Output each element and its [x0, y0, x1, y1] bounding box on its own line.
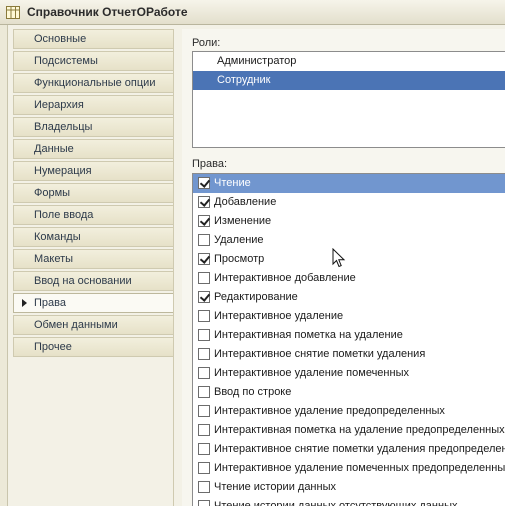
sidebar-item[interactable]: Функциональные опции: [13, 73, 174, 93]
right-row[interactable]: Удаление: [193, 231, 505, 250]
right-row[interactable]: Интерактивная пометка на удаление предоп…: [193, 421, 505, 440]
right-checkbox[interactable]: [198, 253, 210, 265]
sidebar-item-label: Команды: [34, 231, 81, 243]
table-icon: [6, 5, 20, 19]
sidebar-item-label: Владельцы: [34, 121, 93, 133]
right-label: Просмотр: [214, 253, 265, 265]
sidebar-item[interactable]: Основные: [13, 29, 174, 49]
sidebar-item[interactable]: Подсистемы: [13, 51, 174, 71]
sidebar-item[interactable]: Формы: [13, 183, 174, 203]
right-label: Изменение: [214, 215, 272, 227]
right-label: Интерактивная пометка на удаление: [214, 329, 403, 341]
right-checkbox[interactable]: [198, 462, 210, 474]
sidebar-item[interactable]: Обмен данными: [13, 315, 174, 335]
sidebar-item-label: Ввод на основании: [34, 275, 132, 287]
sidebar-item[interactable]: Нумерация: [13, 161, 174, 181]
right-checkbox[interactable]: [198, 291, 210, 303]
sidebar-item-label: Нумерация: [34, 165, 92, 177]
right-checkbox[interactable]: [198, 500, 210, 506]
right-row[interactable]: Интерактивное удаление предопределенных: [193, 402, 505, 421]
sidebar-item[interactable]: Ввод на основании: [13, 271, 174, 291]
right-checkbox[interactable]: [198, 234, 210, 246]
right-row[interactable]: Просмотр: [193, 250, 505, 269]
right-row[interactable]: Интерактивная пометка на удаление: [193, 326, 505, 345]
right-checkbox[interactable]: [198, 215, 210, 227]
right-label: Интерактивное снятие пометки удаления: [214, 348, 426, 360]
right-checkbox[interactable]: [198, 177, 210, 189]
sidebar-divider: [173, 29, 174, 506]
sidebar-item-label: Права: [34, 297, 66, 309]
sidebar-item-label: Основные: [34, 33, 87, 45]
window-titlebar: Справочник ОтчетОРаботе: [0, 0, 505, 25]
right-label: Удаление: [214, 234, 264, 246]
right-label: Чтение истории данных: [214, 481, 336, 493]
right-row[interactable]: Изменение: [193, 212, 505, 231]
right-label: Интерактивное снятие пометки удаления пр…: [214, 443, 505, 455]
window-title: Справочник ОтчетОРаботе: [27, 5, 188, 19]
sidebar-item[interactable]: Права: [13, 293, 174, 313]
sidebar-item[interactable]: Прочее: [13, 337, 174, 357]
sidebar: Основные Подсистемы Функциональные опции Ие…: [13, 29, 174, 359]
right-row[interactable]: Интерактивное снятие пометки удаления пр…: [193, 440, 505, 459]
sidebar-item-label: Поле ввода: [34, 209, 94, 221]
right-label: Интерактивное удаление: [214, 310, 344, 322]
right-label: Чтение истории данных отсутствующих данн…: [214, 500, 458, 506]
right-label: Чтение: [214, 177, 251, 189]
right-checkbox[interactable]: [198, 196, 210, 208]
right-row[interactable]: Ввод по строке: [193, 383, 505, 402]
sidebar-item-label: Формы: [34, 187, 71, 199]
sidebar-item-label: Прочее: [34, 341, 72, 353]
right-row[interactable]: Интерактивное добавление: [193, 269, 505, 288]
sidebar-item-label: Функциональные опции: [34, 77, 156, 89]
right-checkbox[interactable]: [198, 348, 210, 360]
right-checkbox[interactable]: [198, 329, 210, 341]
right-label: Ввод по строке: [214, 386, 292, 398]
right-row[interactable]: Чтение истории данных отсутствующих данн…: [193, 497, 505, 506]
right-checkbox[interactable]: [198, 272, 210, 284]
role-row[interactable]: Сотрудник: [193, 71, 505, 90]
right-checkbox[interactable]: [198, 481, 210, 493]
sidebar-item-label: Данные: [34, 143, 74, 155]
right-checkbox[interactable]: [198, 405, 210, 417]
right-label: Интерактивное удаление предопределенных: [214, 405, 445, 417]
right-row[interactable]: Редактирование: [193, 288, 505, 307]
sidebar-item[interactable]: Команды: [13, 227, 174, 247]
right-row[interactable]: Интерактивное снятие пометки удаления: [193, 345, 505, 364]
right-checkbox[interactable]: [198, 310, 210, 322]
right-label: Интерактивная пометка на удаление предоп…: [214, 424, 505, 436]
right-row[interactable]: Чтение истории данных: [193, 478, 505, 497]
sidebar-item[interactable]: Макеты: [13, 249, 174, 269]
roles-label: Роли:: [192, 37, 221, 49]
sidebar-item-label: Иерархия: [34, 99, 84, 111]
sidebar-item[interactable]: Данные: [13, 139, 174, 159]
rights-list[interactable]: Чтение Добавление Изменение Удаление Просмот…: [192, 173, 505, 506]
right-label: Добавление: [214, 196, 277, 208]
right-checkbox[interactable]: [198, 386, 210, 398]
right-row[interactable]: Интерактивное удаление помеченных предоп…: [193, 459, 505, 478]
active-arrow-icon: [22, 299, 27, 307]
right-label: Интерактивное добавление: [214, 272, 356, 284]
mouse-cursor-icon: [332, 247, 346, 271]
right-label: Редактирование: [214, 291, 298, 303]
right-row[interactable]: Интерактивное удаление помеченных: [193, 364, 505, 383]
role-row[interactable]: Администратор: [193, 52, 505, 71]
sidebar-item[interactable]: Поле ввода: [13, 205, 174, 225]
sidebar-item-label: Подсистемы: [34, 55, 98, 67]
right-row[interactable]: Добавление: [193, 193, 505, 212]
right-row[interactable]: Интерактивное удаление: [193, 307, 505, 326]
sidebar-item-label: Макеты: [34, 253, 74, 265]
sidebar-item[interactable]: Владельцы: [13, 117, 174, 137]
roles-list[interactable]: Администратор Сотрудник: [192, 51, 505, 148]
sidebar-item-label: Обмен данными: [34, 319, 118, 331]
right-checkbox[interactable]: [198, 424, 210, 436]
sidebar-item[interactable]: Иерархия: [13, 95, 174, 115]
rights-label: Права:: [192, 158, 228, 170]
right-checkbox[interactable]: [198, 443, 210, 455]
right-label: Интерактивное удаление помеченных: [214, 367, 409, 379]
window-left-edge: [0, 25, 8, 506]
right-label: Интерактивное удаление помеченных предоп…: [214, 462, 505, 474]
right-row[interactable]: Чтение: [193, 174, 505, 193]
right-checkbox[interactable]: [198, 367, 210, 379]
